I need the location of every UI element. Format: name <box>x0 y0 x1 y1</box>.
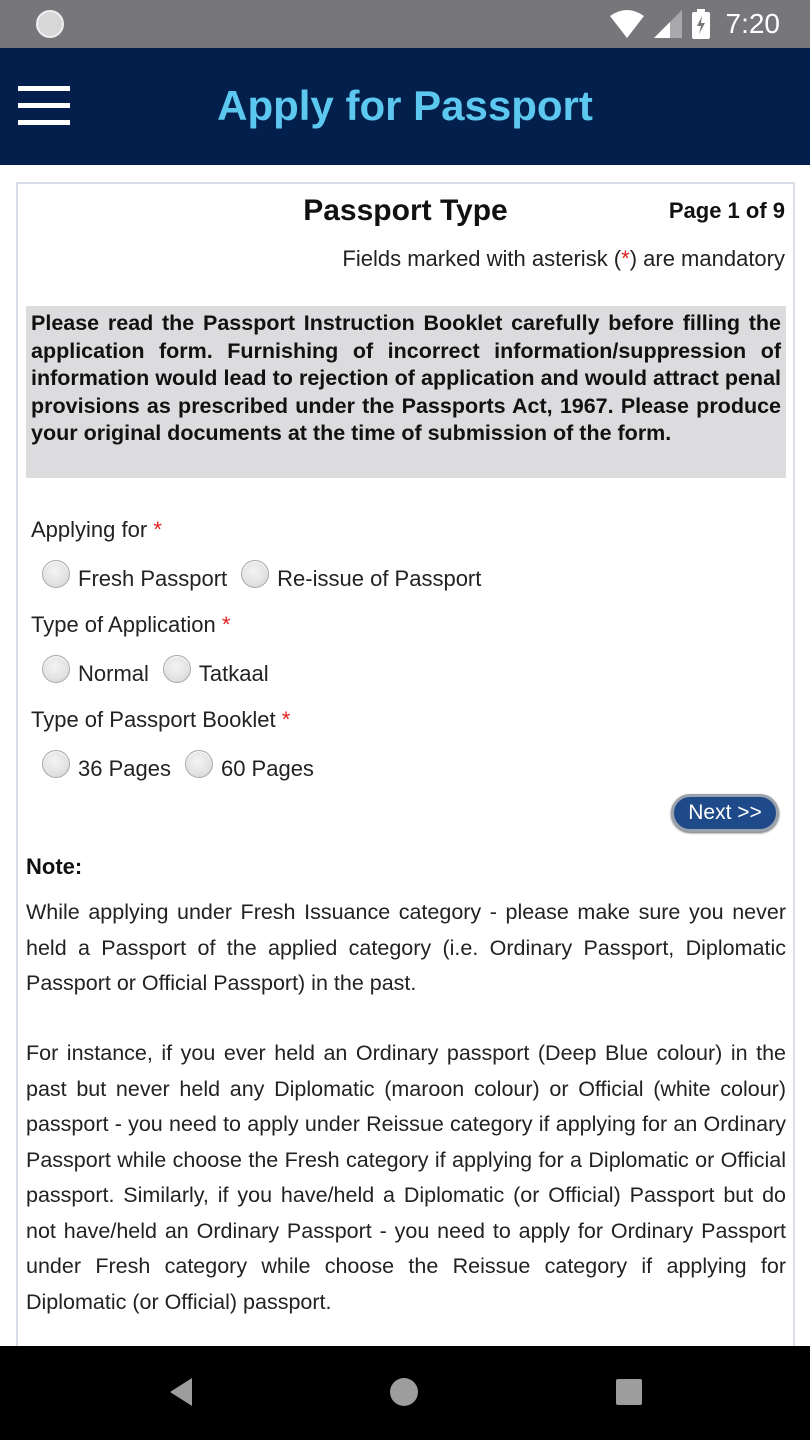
group-label-text: Applying for <box>31 517 148 542</box>
note-paragraph: For instance, if you ever held an Ordina… <box>26 1041 786 1314</box>
status-bar: 7:20 <box>0 0 810 48</box>
booklet-type-radio-group: 36 Pages 60 Pages <box>42 750 328 782</box>
mandatory-note: Fields marked with asterisk (*) are mand… <box>342 246 785 272</box>
instruction-box: Please read the Passport Instruction Boo… <box>26 306 786 478</box>
note-label: Note: <box>26 854 83 879</box>
radio-label: Fresh Passport <box>78 566 228 591</box>
form-card: Passport Type Page 1 of 9 Fields marked … <box>16 182 795 1362</box>
page-indicator: Page 1 of 9 <box>668 198 785 223</box>
back-icon[interactable] <box>168 1378 194 1406</box>
radio-normal[interactable]: Normal <box>42 655 149 687</box>
radio-button[interactable] <box>42 750 70 778</box>
recents-icon[interactable] <box>616 1379 642 1405</box>
radio-label: Re-issue of Passport <box>277 566 482 591</box>
note-paragraph: While applying under Fresh Issuance cate… <box>26 900 786 995</box>
radio-fresh-passport[interactable]: Fresh Passport <box>42 560 227 592</box>
radio-button[interactable] <box>184 750 213 778</box>
status-icons: 7:20 <box>609 0 781 48</box>
required-asterisk: * <box>621 246 630 271</box>
system-nav-bar <box>0 1346 810 1440</box>
radio-60-pages[interactable]: 60 Pages <box>184 750 314 782</box>
radio-button[interactable] <box>42 655 70 683</box>
radio-label: 60 Pages <box>220 756 314 781</box>
radio-button[interactable] <box>241 560 270 588</box>
battery-charging-icon <box>691 9 710 39</box>
radio-tatkaal[interactable]: Tatkaal <box>162 655 269 687</box>
required-asterisk: * <box>281 707 291 732</box>
required-asterisk: * <box>221 612 231 637</box>
app-bar: Apply for Passport <box>0 48 810 165</box>
applying-for-radio-group: Fresh Passport Re-issue of Passport <box>42 560 495 592</box>
signal-icon <box>653 10 682 38</box>
radio-label: Normal <box>78 661 149 686</box>
home-icon[interactable] <box>390 1378 418 1406</box>
radio-button[interactable] <box>162 655 191 683</box>
group-label-text: Type of Application <box>31 612 216 637</box>
next-button[interactable]: Next >> <box>671 794 779 832</box>
app-title: Apply for Passport <box>217 82 593 129</box>
mandatory-prefix: Fields marked with asterisk ( <box>342 246 622 271</box>
type-of-application-radio-group: Normal Tatkaal <box>42 655 283 687</box>
required-asterisk: * <box>153 517 162 542</box>
booklet-type-label: Type of Passport Booklet * <box>31 707 290 733</box>
wifi-icon <box>609 10 644 38</box>
radio-36-pages[interactable]: 36 Pages <box>42 750 171 782</box>
radio-button[interactable] <box>42 560 70 588</box>
group-label-text: Type of Passport Booklet <box>31 707 276 732</box>
type-of-application-label: Type of Application * <box>31 612 230 638</box>
radio-reissue-passport[interactable]: Re-issue of Passport <box>241 560 481 592</box>
applying-for-label: Applying for * <box>31 517 162 543</box>
radio-label: 36 Pages <box>78 756 171 781</box>
radio-label: Tatkaal <box>198 661 269 686</box>
status-time: 7:20 <box>725 8 781 39</box>
mandatory-suffix: ) are mandatory <box>629 246 785 271</box>
notification-spinner-icon <box>36 10 64 38</box>
